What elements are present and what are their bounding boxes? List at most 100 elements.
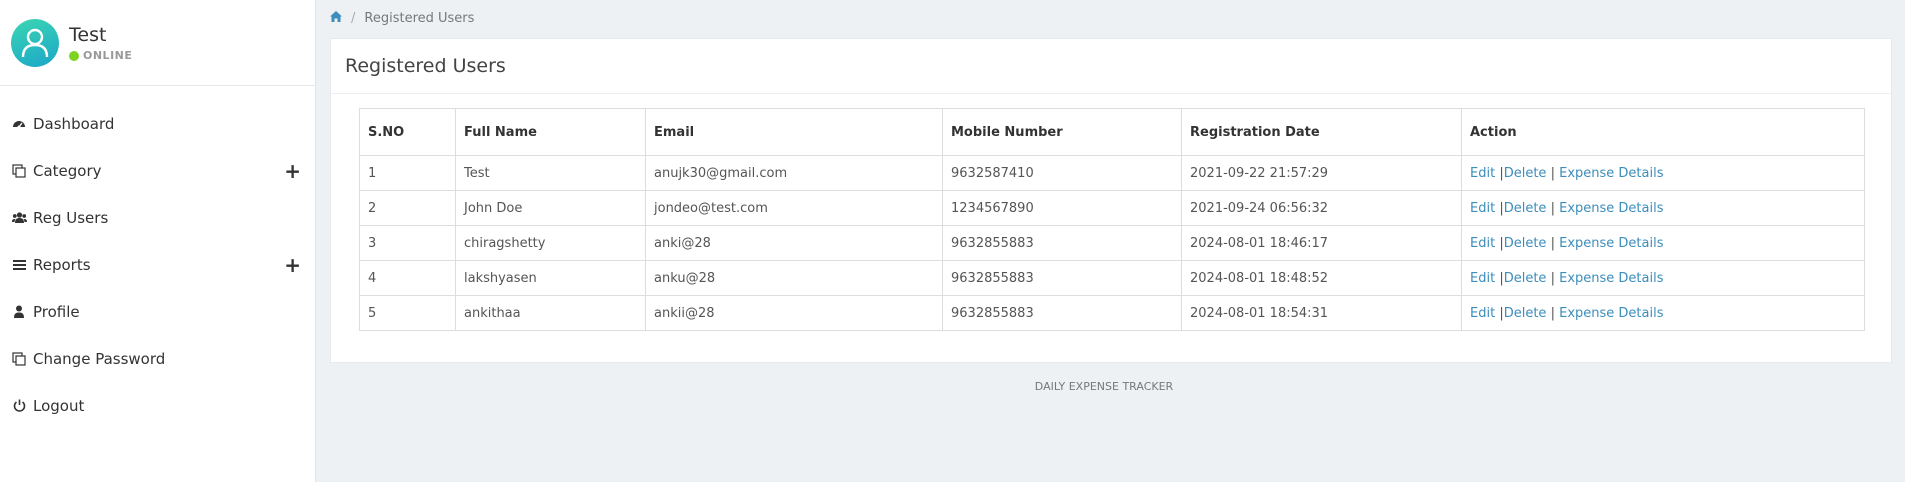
online-status: ONLINE xyxy=(69,49,132,62)
status-text: ONLINE xyxy=(83,49,133,62)
table-row: 3 chiragshetty anki@28 9632855883 2024-0… xyxy=(359,225,1865,261)
sidebar-item-label: Category xyxy=(33,161,102,180)
edit-link[interactable]: Edit xyxy=(1470,236,1495,251)
cell-email: jondeo@test.com xyxy=(645,190,943,226)
cell-registration-date: 2021-09-22 21:57:29 xyxy=(1181,155,1462,191)
cell-full-name: Test xyxy=(455,155,646,191)
expense-details-link[interactable]: Expense Details xyxy=(1559,166,1663,181)
cell-registration-date: 2024-08-01 18:54:31 xyxy=(1181,295,1462,331)
cell-full-name: ankithaa xyxy=(455,295,646,331)
user-icon xyxy=(11,304,27,320)
power-icon xyxy=(11,398,27,414)
cell-full-name: chiragshetty xyxy=(455,225,646,261)
expand-plus-icon[interactable]: + xyxy=(284,255,301,275)
cell-mobile: 9632855883 xyxy=(942,295,1182,331)
action-separator: | xyxy=(1550,270,1555,286)
breadcrumb-current: Registered Users xyxy=(364,11,475,26)
table-row: 4 lakshyasen anku@28 9632855883 2024-08-… xyxy=(359,260,1865,296)
cell-full-name: lakshyasen xyxy=(455,260,646,296)
table-row: 1 Test anujk30@gmail.com 9632587410 2021… xyxy=(359,155,1865,191)
sidebar-item-profile[interactable]: Profile xyxy=(0,288,315,335)
page-title: Registered Users xyxy=(331,39,1891,94)
copy-icon xyxy=(11,351,27,367)
online-dot-icon xyxy=(69,50,79,61)
cell-mobile: 9632855883 xyxy=(942,260,1182,296)
table-row: 2 John Doe jondeo@test.com 1234567890 20… xyxy=(359,190,1865,226)
cell-registration-date: 2021-09-24 06:56:32 xyxy=(1181,190,1462,226)
cell-email: ankii@28 xyxy=(645,295,943,331)
cell-registration-date: 2024-08-01 18:46:17 xyxy=(1181,225,1462,261)
delete-link[interactable]: Delete xyxy=(1504,201,1547,216)
copy-icon xyxy=(11,163,27,179)
delete-link[interactable]: Delete xyxy=(1504,306,1547,321)
cell-sno: 4 xyxy=(359,260,456,296)
column-header-action: Action xyxy=(1461,108,1865,156)
action-separator: | xyxy=(1550,165,1555,181)
action-separator: | xyxy=(1550,235,1555,251)
table-header-row: S.NO Full Name Email Mobile Number Regis… xyxy=(359,108,1865,156)
sidebar-menu: Dashboard Category + Reg Users Reports + xyxy=(0,86,315,429)
cell-email: anku@28 xyxy=(645,260,943,296)
footer-text: DAILY EXPENSE TRACKER xyxy=(1034,380,1174,393)
sidebar-item-dashboard[interactable]: Dashboard xyxy=(0,100,315,147)
main-content: / Registered Users Registered Users S.NO… xyxy=(316,0,1905,482)
action-separator: | xyxy=(1550,305,1555,321)
sidebar-item-label: Dashboard xyxy=(33,114,115,133)
cell-mobile: 9632587410 xyxy=(942,155,1182,191)
avatar xyxy=(11,18,59,67)
sidebar-item-label: Reg Users xyxy=(33,208,109,227)
edit-link[interactable]: Edit xyxy=(1470,201,1495,216)
column-header-mobile: Mobile Number xyxy=(942,108,1182,156)
breadcrumb-separator: / xyxy=(351,11,356,26)
sidebar-item-logout[interactable]: Logout xyxy=(0,382,315,429)
sidebar: Test ONLINE Dashboard Category + Reg Use… xyxy=(0,0,316,482)
cell-registration-date: 2024-08-01 18:48:52 xyxy=(1181,260,1462,296)
registered-users-panel: Registered Users S.NO Full Name Email Mo… xyxy=(330,38,1892,363)
list-icon xyxy=(11,257,27,273)
users-icon xyxy=(11,210,27,226)
cell-actions: Edit |Delete | Expense Details xyxy=(1461,190,1865,226)
delete-link[interactable]: Delete xyxy=(1504,271,1547,286)
cell-actions: Edit |Delete | Expense Details xyxy=(1461,225,1865,261)
column-header-sno: S.NO xyxy=(359,108,456,156)
action-separator: | xyxy=(1550,200,1555,216)
sidebar-item-category[interactable]: Category + xyxy=(0,147,315,194)
sidebar-item-reg-users[interactable]: Reg Users xyxy=(0,194,315,241)
user-avatar-icon xyxy=(21,28,49,57)
cell-full-name: John Doe xyxy=(455,190,646,226)
sidebar-item-change-password[interactable]: Change Password xyxy=(0,335,315,382)
edit-link[interactable]: Edit xyxy=(1470,271,1495,286)
cell-actions: Edit |Delete | Expense Details xyxy=(1461,260,1865,296)
cell-sno: 1 xyxy=(359,155,456,191)
dashboard-icon xyxy=(11,116,27,132)
user-profile: Test ONLINE xyxy=(0,0,315,86)
sidebar-item-label: Change Password xyxy=(33,349,166,368)
users-table: S.NO Full Name Email Mobile Number Regis… xyxy=(359,108,1865,331)
cell-sno: 3 xyxy=(359,225,456,261)
edit-link[interactable]: Edit xyxy=(1470,306,1495,321)
users-table-wrapper: S.NO Full Name Email Mobile Number Regis… xyxy=(359,108,1865,331)
sidebar-item-reports[interactable]: Reports + xyxy=(0,241,315,288)
column-header-registration-date: Registration Date xyxy=(1181,108,1462,156)
sidebar-item-label: Logout xyxy=(33,396,85,415)
delete-link[interactable]: Delete xyxy=(1504,236,1547,251)
cell-sno: 5 xyxy=(359,295,456,331)
cell-email: anki@28 xyxy=(645,225,943,261)
column-header-full-name: Full Name xyxy=(455,108,646,156)
cell-actions: Edit |Delete | Expense Details xyxy=(1461,295,1865,331)
cell-mobile: 1234567890 xyxy=(942,190,1182,226)
expense-details-link[interactable]: Expense Details xyxy=(1559,306,1663,321)
sidebar-item-label: Reports xyxy=(33,255,91,274)
expand-plus-icon[interactable]: + xyxy=(284,161,301,181)
edit-link[interactable]: Edit xyxy=(1470,166,1495,181)
expense-details-link[interactable]: Expense Details xyxy=(1559,201,1663,216)
delete-link[interactable]: Delete xyxy=(1504,166,1547,181)
home-icon[interactable] xyxy=(330,11,342,26)
cell-email: anujk30@gmail.com xyxy=(645,155,943,191)
cell-actions: Edit |Delete | Expense Details xyxy=(1461,155,1865,191)
expense-details-link[interactable]: Expense Details xyxy=(1559,271,1663,286)
cell-sno: 2 xyxy=(359,190,456,226)
expense-details-link[interactable]: Expense Details xyxy=(1559,236,1663,251)
profile-name: Test xyxy=(69,24,107,46)
column-header-email: Email xyxy=(645,108,943,156)
